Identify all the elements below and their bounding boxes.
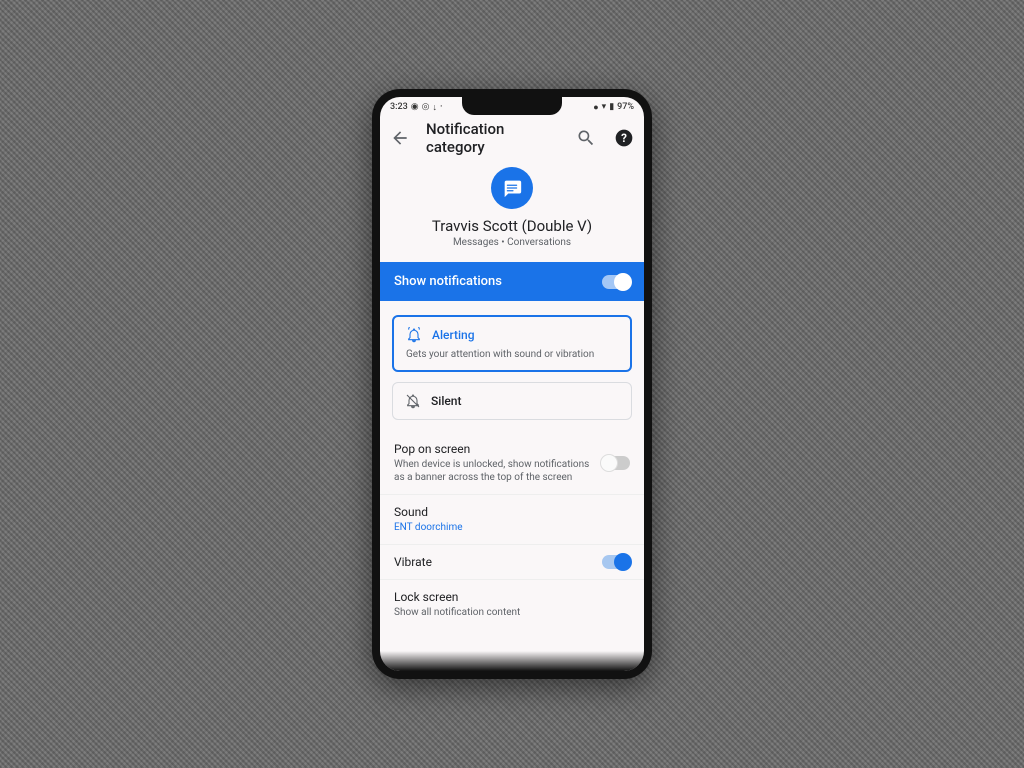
app-bar: Notification category ?: [380, 117, 644, 159]
location-icon: ◉: [411, 102, 419, 112]
status-time: 3:23: [390, 102, 408, 112]
setting-vibrate[interactable]: Vibrate: [380, 544, 644, 579]
dnd-icon: ●: [593, 102, 598, 113]
behavior-options: Alerting Gets your attention with sound …: [380, 301, 644, 426]
setting-lock-screen[interactable]: Lock screen Show all notification conten…: [380, 579, 644, 629]
instagram-icon: ◎: [422, 102, 430, 112]
sound-value: ENT doorchime: [394, 521, 630, 534]
vibrate-toggle[interactable]: [602, 555, 630, 569]
small-icon-1: ↓: [432, 102, 437, 113]
silent-label: Silent: [431, 394, 462, 408]
wifi-icon: ▾: [602, 102, 607, 112]
vibrate-title: Vibrate: [394, 555, 602, 569]
page-title: Notification category: [426, 120, 560, 156]
show-notifications-row[interactable]: Show notifications: [380, 262, 644, 301]
sound-title: Sound: [394, 505, 630, 519]
alerting-label: Alerting: [432, 328, 475, 342]
pop-on-screen-subtitle: When device is unlocked, show notificati…: [394, 458, 602, 484]
alerting-description: Gets your attention with sound or vibrat…: [406, 349, 618, 360]
bell-off-icon: [405, 393, 421, 409]
phone-notch: [462, 97, 562, 115]
contact-name: Travvis Scott (Double V): [432, 217, 592, 235]
battery-percent: 97%: [617, 102, 634, 112]
search-button[interactable]: [574, 126, 598, 150]
lock-screen-title: Lock screen: [394, 590, 630, 604]
back-button[interactable]: [388, 126, 412, 150]
battery-icon: ▮: [609, 102, 614, 112]
show-notifications-toggle[interactable]: [602, 275, 630, 289]
app-icon: [491, 167, 533, 209]
help-icon: ?: [614, 128, 634, 148]
svg-text:?: ?: [621, 131, 627, 145]
header-hero: Travvis Scott (Double V) Messages • Conv…: [380, 159, 644, 262]
subcategory-label: Messages • Conversations: [453, 237, 571, 248]
pop-on-screen-toggle[interactable]: [602, 456, 630, 470]
arrow-back-icon: [390, 128, 410, 148]
settings-list: Pop on screen When device is unlocked, s…: [380, 426, 644, 629]
small-icon-2: ·: [440, 102, 443, 112]
lock-screen-value: Show all notification content: [394, 606, 630, 619]
help-button[interactable]: ?: [612, 126, 636, 150]
search-icon: [576, 128, 596, 148]
setting-sound[interactable]: Sound ENT doorchime: [380, 494, 644, 544]
messages-icon: [501, 177, 523, 199]
option-alerting[interactable]: Alerting Gets your attention with sound …: [392, 315, 632, 372]
option-silent[interactable]: Silent: [392, 382, 632, 420]
pop-on-screen-title: Pop on screen: [394, 442, 602, 456]
bell-ring-icon: [406, 327, 422, 343]
setting-pop-on-screen[interactable]: Pop on screen When device is unlocked, s…: [380, 432, 644, 494]
phone-frame: 3:23 ◉ ◎ ↓ · ● ▾ ▮ 97% Notification cate…: [372, 89, 652, 679]
show-notifications-label: Show notifications: [394, 274, 502, 289]
phone-screen: 3:23 ◉ ◎ ↓ · ● ▾ ▮ 97% Notification cate…: [380, 97, 644, 671]
